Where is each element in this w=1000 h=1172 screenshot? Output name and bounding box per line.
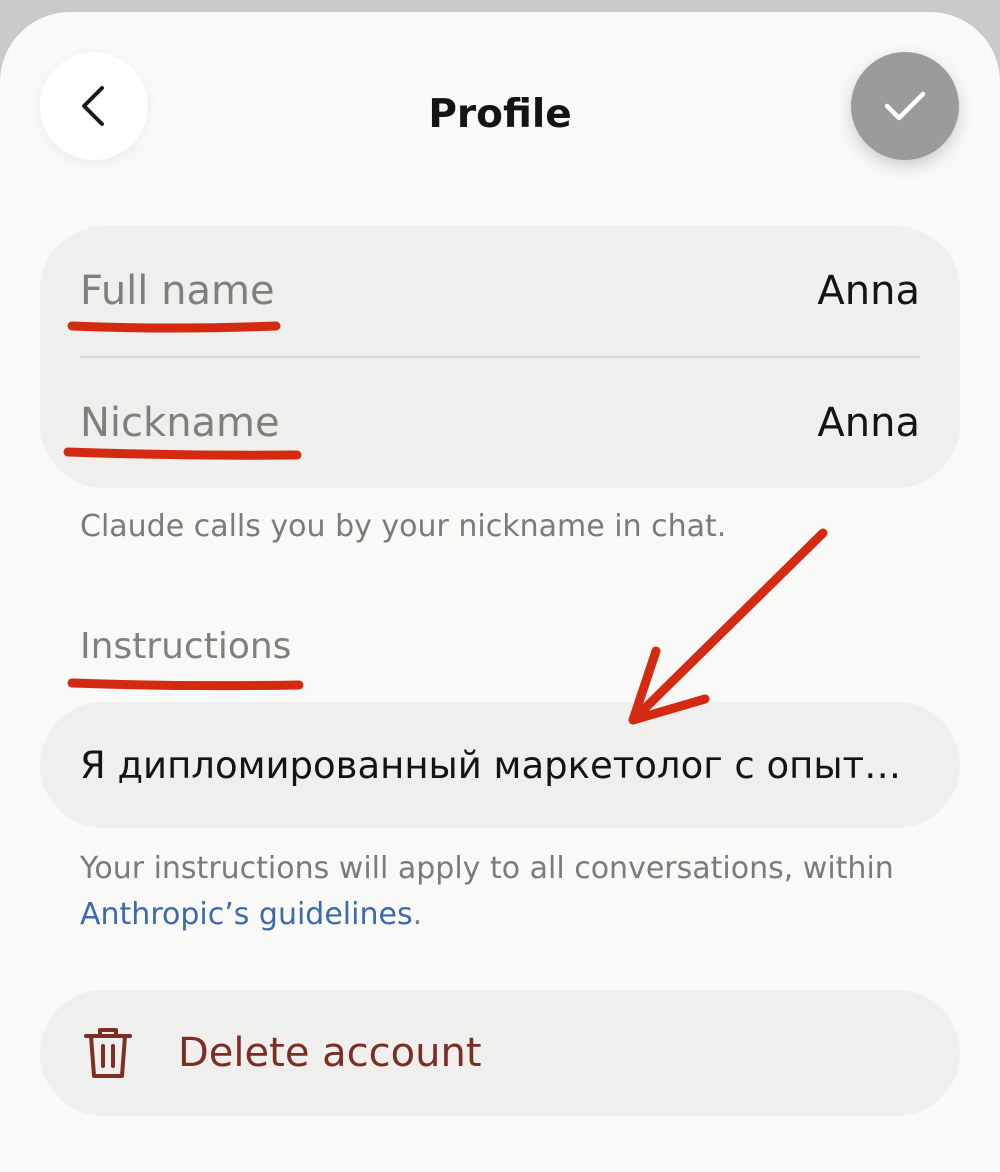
guidelines-link[interactable]: Anthropic’s guidelines [80, 897, 413, 932]
nickname-value[interactable]: Anna [817, 400, 920, 446]
nickname-row[interactable]: Nickname Anna [80, 358, 920, 488]
instructions-hint-text: Your instructions will apply to all conv… [80, 851, 894, 886]
check-icon [884, 91, 926, 121]
name-fields-card: Full name Anna Nickname Anna [40, 226, 960, 488]
full-name-label: Full name [80, 268, 275, 314]
nickname-label: Nickname [80, 400, 280, 446]
save-button[interactable] [851, 52, 959, 160]
instructions-hint-end: . [412, 897, 423, 932]
delete-account-label: Delete account [178, 1030, 482, 1076]
full-name-row[interactable]: Full name Anna [80, 226, 920, 356]
nickname-hint: Claude calls you by your nickname in cha… [80, 509, 727, 544]
page-title: Profile [428, 92, 572, 137]
instructions-label: Instructions [80, 626, 292, 667]
delete-account-button[interactable]: Delete account [40, 990, 960, 1116]
instructions-value[interactable]: Я дипломированный маркетолог с опыт… [80, 744, 910, 787]
profile-sheet: Profile Full name Anna Nickname Anna Cla… [0, 12, 1000, 1172]
trash-icon [82, 1023, 138, 1083]
instructions-hint: Your instructions will apply to all conv… [80, 846, 940, 938]
full-name-value[interactable]: Anna [817, 268, 920, 314]
instructions-field[interactable]: Я дипломированный маркетолог с опыт… [40, 702, 960, 828]
